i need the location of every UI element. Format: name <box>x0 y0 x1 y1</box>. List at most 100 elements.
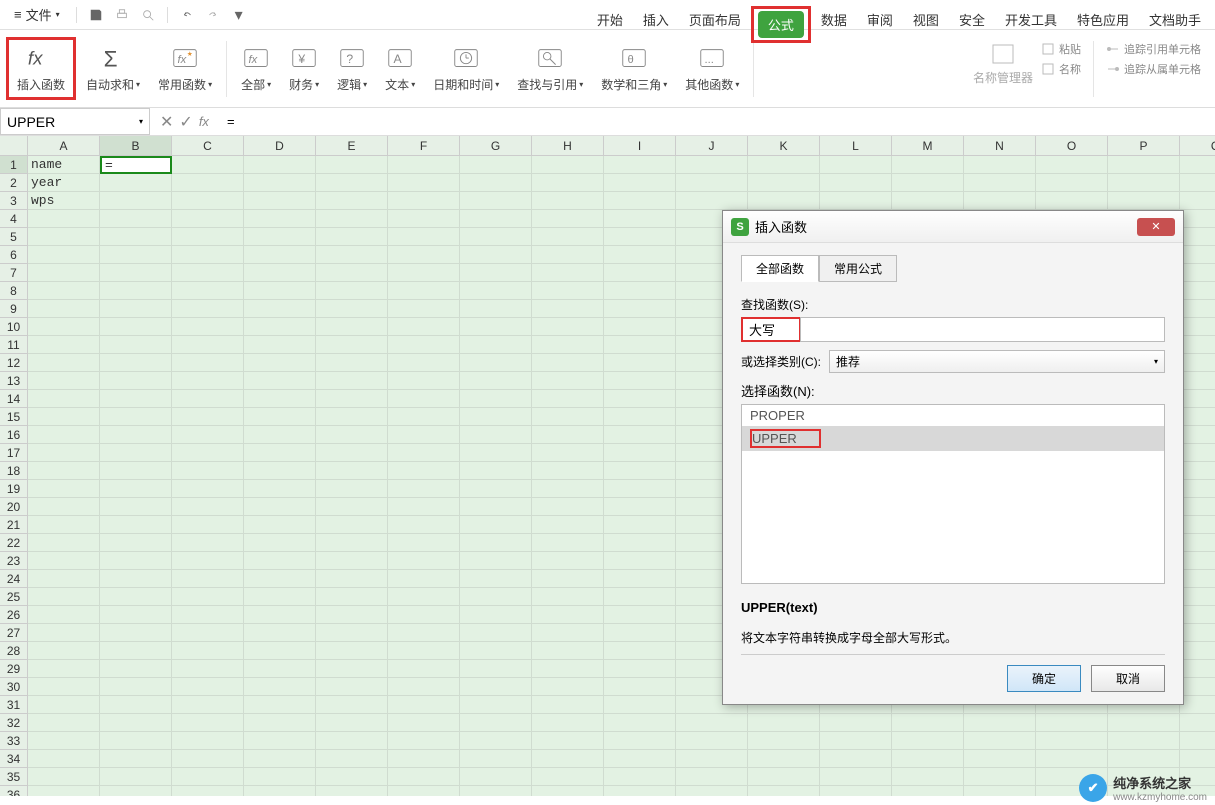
dialog-titlebar[interactable]: S 插入函数 ✕ <box>723 211 1183 243</box>
cell[interactable] <box>964 732 1036 750</box>
cell[interactable] <box>316 246 388 264</box>
row-header[interactable]: 5 <box>0 228 28 246</box>
cell[interactable] <box>676 192 748 210</box>
cell[interactable] <box>100 696 172 714</box>
cell[interactable] <box>460 696 532 714</box>
column-header[interactable]: Q <box>1180 136 1215 156</box>
define-name-button[interactable]: 名称 <box>1041 61 1081 77</box>
column-header[interactable]: O <box>1036 136 1108 156</box>
cell[interactable] <box>244 354 316 372</box>
cell[interactable] <box>244 624 316 642</box>
cell[interactable] <box>172 174 244 192</box>
cell[interactable] <box>316 534 388 552</box>
cell[interactable] <box>244 516 316 534</box>
cell[interactable] <box>820 786 892 796</box>
cell[interactable] <box>532 300 604 318</box>
cell[interactable] <box>1036 732 1108 750</box>
cell[interactable] <box>604 606 676 624</box>
cell[interactable] <box>244 282 316 300</box>
cell[interactable] <box>388 156 460 174</box>
cell[interactable] <box>1180 696 1215 714</box>
column-header[interactable]: L <box>820 136 892 156</box>
cell[interactable] <box>316 174 388 192</box>
cell[interactable] <box>388 480 460 498</box>
row-header[interactable]: 24 <box>0 570 28 588</box>
cell[interactable] <box>316 570 388 588</box>
cell[interactable] <box>244 534 316 552</box>
cell[interactable] <box>532 426 604 444</box>
cell[interactable] <box>100 444 172 462</box>
cell[interactable] <box>388 750 460 768</box>
row-header[interactable]: 8 <box>0 282 28 300</box>
cell[interactable] <box>604 642 676 660</box>
cell[interactable] <box>244 192 316 210</box>
cell[interactable] <box>532 246 604 264</box>
cell[interactable] <box>604 174 676 192</box>
cell[interactable] <box>604 246 676 264</box>
cell[interactable] <box>1108 156 1180 174</box>
cell[interactable] <box>676 714 748 732</box>
select-all-corner[interactable] <box>0 136 28 156</box>
cell[interactable] <box>532 786 604 796</box>
cell[interactable] <box>172 516 244 534</box>
column-header[interactable]: E <box>316 136 388 156</box>
row-header[interactable]: 15 <box>0 408 28 426</box>
fx-icon[interactable]: fx <box>199 114 209 129</box>
cell[interactable] <box>316 588 388 606</box>
cell[interactable] <box>820 732 892 750</box>
cell[interactable] <box>316 300 388 318</box>
cell[interactable] <box>604 678 676 696</box>
row-header[interactable]: 19 <box>0 480 28 498</box>
cell[interactable] <box>820 714 892 732</box>
cell[interactable] <box>388 552 460 570</box>
cell[interactable] <box>532 732 604 750</box>
cell[interactable] <box>244 426 316 444</box>
cell[interactable] <box>388 462 460 480</box>
cell[interactable] <box>532 228 604 246</box>
cell[interactable] <box>460 444 532 462</box>
cell[interactable] <box>244 210 316 228</box>
column-header[interactable]: H <box>532 136 604 156</box>
cell[interactable] <box>316 264 388 282</box>
cell[interactable] <box>892 714 964 732</box>
cell[interactable] <box>100 390 172 408</box>
cell[interactable] <box>388 696 460 714</box>
datetime-functions-button[interactable]: 日期和时间▾ <box>425 40 507 97</box>
cell[interactable] <box>748 156 820 174</box>
cell[interactable] <box>28 678 100 696</box>
cell[interactable] <box>316 714 388 732</box>
row-header[interactable]: 2 <box>0 174 28 192</box>
cell[interactable] <box>388 426 460 444</box>
cell[interactable] <box>28 408 100 426</box>
cell[interactable] <box>316 624 388 642</box>
cell[interactable] <box>388 372 460 390</box>
cell[interactable] <box>100 408 172 426</box>
cell[interactable] <box>748 192 820 210</box>
tab-all-functions[interactable]: 全部函数 <box>741 255 819 282</box>
print-icon[interactable] <box>113 6 131 24</box>
cell[interactable] <box>244 318 316 336</box>
cell[interactable] <box>172 300 244 318</box>
cell[interactable] <box>604 372 676 390</box>
row-header[interactable]: 30 <box>0 678 28 696</box>
cell[interactable] <box>244 768 316 786</box>
cell[interactable] <box>1180 354 1215 372</box>
cell[interactable] <box>100 372 172 390</box>
cell[interactable] <box>172 210 244 228</box>
cell[interactable] <box>604 660 676 678</box>
cell[interactable] <box>1180 246 1215 264</box>
cell[interactable] <box>604 354 676 372</box>
cell[interactable] <box>172 228 244 246</box>
row-header[interactable]: 20 <box>0 498 28 516</box>
cell[interactable] <box>244 588 316 606</box>
cell[interactable] <box>244 750 316 768</box>
row-header[interactable]: 18 <box>0 462 28 480</box>
cell[interactable] <box>28 264 100 282</box>
cell[interactable] <box>532 516 604 534</box>
cell[interactable] <box>28 588 100 606</box>
cell[interactable] <box>604 156 676 174</box>
cell[interactable] <box>100 624 172 642</box>
cell[interactable] <box>460 246 532 264</box>
cell[interactable] <box>100 786 172 796</box>
cell[interactable] <box>388 246 460 264</box>
